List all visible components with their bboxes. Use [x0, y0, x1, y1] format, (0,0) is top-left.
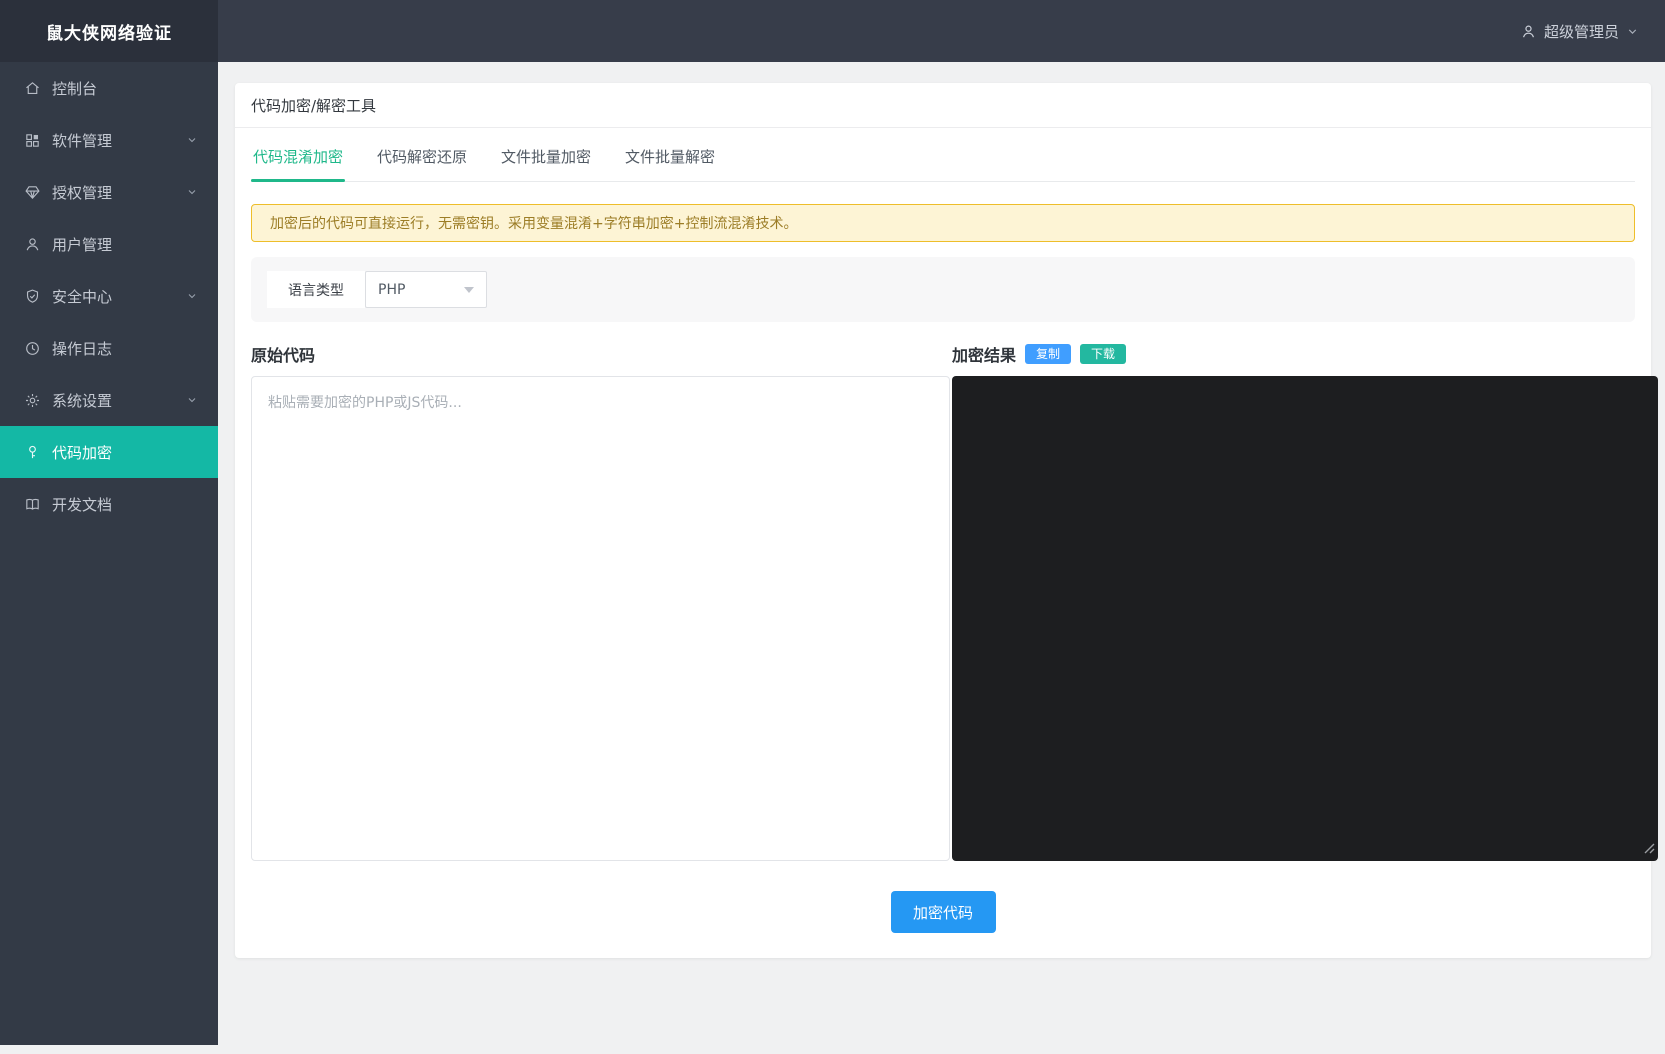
shield-check-icon: [23, 287, 41, 305]
sidebar-item-label: 代码加密: [52, 442, 198, 463]
book-icon: [23, 495, 41, 513]
tab-code-decrypt[interactable]: 代码解密还原: [375, 144, 469, 181]
language-select[interactable]: PHP: [365, 271, 487, 308]
clock-icon: [23, 339, 41, 357]
resize-handle[interactable]: [1643, 839, 1655, 858]
sidebar: 控制台 软件管理 授权管理 用户管理: [0, 62, 218, 1045]
language-label: 语言类型: [267, 271, 365, 308]
sidebar-item-settings[interactable]: 系统设置: [0, 374, 218, 426]
editor-panes: [251, 376, 1658, 861]
sidebar-item-label: 软件管理: [52, 130, 186, 151]
sidebar-item-docs[interactable]: 开发文档: [0, 478, 218, 530]
download-button[interactable]: 下载: [1080, 344, 1126, 364]
chevron-down-icon: [186, 134, 198, 146]
sidebar-item-label: 用户管理: [52, 234, 198, 255]
alert-text: 加密后的代码可直接运行，无需密钥。采用变量混淆+字符串加密+控制流混淆技术。: [270, 213, 797, 233]
result-title: 加密结果: [952, 342, 1016, 366]
main-content: 代码加密/解密工具 代码混淆加密 代码解密还原 文件批量加密 文件批量解密 加密…: [218, 62, 1665, 1054]
tab-code-obfuscate[interactable]: 代码混淆加密: [251, 144, 345, 181]
card-header: 代码加密/解密工具: [235, 83, 1651, 128]
chevron-down-icon: [1626, 25, 1639, 38]
encrypted-result-output[interactable]: [952, 376, 1658, 861]
sidebar-item-software[interactable]: 软件管理: [0, 114, 218, 166]
chevron-down-icon: [186, 186, 198, 198]
sidebar-item-dashboard[interactable]: 控制台: [0, 62, 218, 114]
tabs-bar: 代码混淆加密 代码解密还原 文件批量加密 文件批量解密: [251, 144, 1635, 182]
info-alert: 加密后的代码可直接运行，无需密钥。采用变量混淆+字符串加密+控制流混淆技术。: [251, 204, 1635, 242]
brand-title: 鼠大侠网络验证: [46, 19, 172, 44]
copy-button[interactable]: 复制: [1025, 344, 1071, 364]
sidebar-item-license[interactable]: 授权管理: [0, 166, 218, 218]
topbar: 超级管理员: [218, 0, 1665, 62]
language-form-item: 语言类型 PHP: [267, 271, 487, 308]
source-title: 原始代码: [251, 342, 315, 366]
sidebar-item-logs[interactable]: 操作日志: [0, 322, 218, 374]
page-title: 代码加密/解密工具: [251, 95, 376, 116]
sidebar-item-label: 控制台: [52, 78, 198, 99]
grid-icon: [23, 131, 41, 149]
sidebar-item-label: 操作日志: [52, 338, 198, 359]
user-icon: [23, 235, 41, 253]
encrypt-button[interactable]: 加密代码: [891, 891, 996, 933]
source-code-input[interactable]: [251, 376, 950, 861]
sidebar-item-users[interactable]: 用户管理: [0, 218, 218, 270]
user-menu[interactable]: 超级管理员: [1520, 21, 1639, 42]
chevron-down-icon: [186, 290, 198, 302]
sidebar-item-label: 安全中心: [52, 286, 186, 307]
pane-headers: 原始代码 加密结果 复制 下载: [251, 342, 1635, 366]
sidebar-item-label: 系统设置: [52, 390, 186, 411]
app-logo: 鼠大侠网络验证: [0, 0, 218, 62]
sidebar-item-label: 授权管理: [52, 182, 186, 203]
tab-batch-decrypt[interactable]: 文件批量解密: [623, 144, 717, 181]
chevron-down-icon: [186, 394, 198, 406]
key-icon: [23, 443, 41, 461]
sidebar-item-label: 开发文档: [52, 494, 198, 515]
gear-icon: [23, 391, 41, 409]
result-pane: [952, 376, 1658, 861]
language-select-value: PHP: [378, 282, 405, 298]
user-icon: [1520, 23, 1537, 40]
form-panel: 语言类型 PHP: [251, 257, 1635, 322]
user-label: 超级管理员: [1544, 21, 1619, 42]
tool-card: 代码加密/解密工具 代码混淆加密 代码解密还原 文件批量加密 文件批量解密 加密…: [235, 83, 1651, 958]
sidebar-item-code-encrypt[interactable]: 代码加密: [0, 426, 218, 478]
caret-down-icon: [464, 287, 474, 293]
home-icon: [23, 79, 41, 97]
sidebar-item-security[interactable]: 安全中心: [0, 270, 218, 322]
gem-icon: [23, 183, 41, 201]
tab-batch-encrypt[interactable]: 文件批量加密: [499, 144, 593, 181]
